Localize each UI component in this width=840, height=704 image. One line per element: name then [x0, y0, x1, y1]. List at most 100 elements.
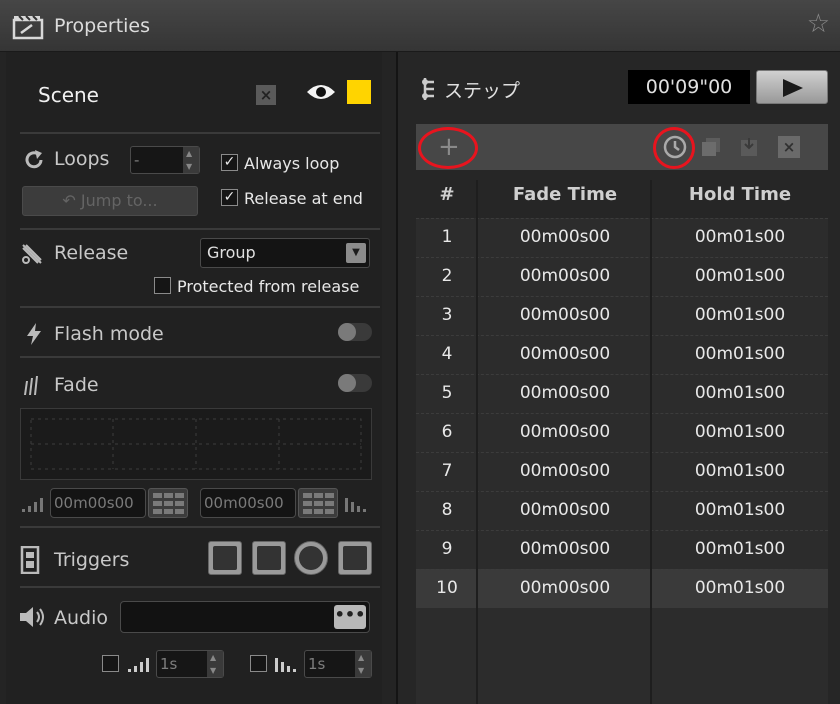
column-header-hold-time[interactable]: Hold Time [652, 184, 828, 205]
cell-num: 2 [441, 266, 453, 286]
release-at-end-label: Release at end [244, 189, 363, 208]
release-at-end-checkbox[interactable]: ✓ [221, 189, 238, 206]
audio-fade-out-stepper[interactable] [355, 651, 371, 677]
cell-hold: 00m01s00 [694, 578, 786, 598]
fade-out-time-stepper[interactable] [298, 488, 338, 518]
cell-fade: 00m00s00 [519, 461, 611, 481]
divider [20, 586, 380, 588]
play-button[interactable] [756, 70, 828, 104]
lightning-icon [27, 323, 41, 345]
column-header-number: # [439, 184, 455, 205]
divider [20, 356, 380, 358]
fade-curve-preview [20, 408, 372, 480]
fade-out-icon [345, 498, 366, 512]
cell-hold: 00m01s00 [694, 461, 786, 481]
trigger-icon [20, 546, 40, 574]
cell-hold: 00m01s00 [694, 500, 786, 520]
cell-num: 4 [441, 344, 453, 364]
release-label: Release [54, 242, 129, 264]
cell-hold: 00m01s00 [694, 383, 786, 403]
fade-toggle[interactable] [338, 374, 372, 392]
jump-to-label: Jump to... [80, 191, 158, 210]
fade-in-time-value: 00m00s00 [54, 494, 134, 512]
midi-trigger-button[interactable] [208, 541, 242, 575]
fade-in-time-stepper[interactable] [148, 488, 188, 518]
triggers-label: Triggers [54, 549, 130, 571]
close-icon[interactable]: × [256, 85, 276, 105]
copy-icon[interactable] [700, 136, 722, 158]
chevron-down-icon: ▼ [346, 243, 366, 263]
steps-panel: ステップ 00'09"00 + × # Fade Time Hold Time … [398, 52, 840, 704]
cell-hold: 00m01s00 [694, 227, 786, 247]
fade-grid [30, 418, 362, 470]
column-header-fade-time[interactable]: Fade Time [478, 184, 652, 205]
total-time-display: 00'09"00 [628, 70, 750, 104]
fade-in-icon [22, 498, 43, 512]
fade-in-time-field[interactable]: 00m00s00 [50, 488, 146, 518]
cell-fade: 00m00s00 [519, 500, 611, 520]
keyboard-trigger-button[interactable] [252, 541, 286, 575]
cell-num: 8 [441, 500, 453, 520]
highlight-circle [418, 127, 478, 169]
always-loop-checkbox[interactable]: ✓ [221, 154, 238, 171]
highlight-circle [653, 127, 695, 169]
eye-icon[interactable] [306, 82, 336, 102]
cell-num: 5 [441, 383, 453, 403]
flash-mode-label: Flash mode [54, 323, 164, 345]
fade-out-time-field[interactable]: 00m00s00 [200, 488, 296, 518]
fade-out-time-value: 00m00s00 [204, 494, 284, 512]
audio-fade-in-checkbox[interactable] [102, 655, 119, 672]
cell-fade: 00m00s00 [519, 539, 611, 559]
cell-num: 1 [441, 227, 453, 247]
audio-fade-in-input[interactable]: 1s [156, 650, 224, 678]
fade-out-icon [275, 658, 296, 672]
steps-label: ステップ [444, 80, 521, 102]
dmx-trigger-button[interactable] [294, 541, 328, 575]
delete-step-icon[interactable]: × [778, 136, 800, 158]
cell-hold: 00m01s00 [694, 344, 786, 364]
loops-input[interactable]: - [130, 146, 200, 174]
cell-num: 6 [441, 422, 453, 442]
fade-label: Fade [54, 374, 99, 396]
cell-fade: 00m00s00 [519, 383, 611, 403]
protected-checkbox[interactable] [154, 277, 171, 294]
column-divider [476, 180, 478, 704]
release-icon [22, 244, 42, 264]
divider [20, 526, 380, 528]
window-title: Properties [54, 15, 151, 37]
flash-mode-toggle[interactable] [338, 323, 372, 341]
protected-label: Protected from release [177, 277, 360, 296]
cell-hold: 00m01s00 [694, 266, 786, 286]
steps-icon [422, 78, 434, 100]
scene-color-swatch[interactable] [347, 80, 371, 104]
fade-icon [24, 376, 38, 395]
cell-hold: 00m01s00 [694, 422, 786, 442]
cell-fade: 00m00s00 [519, 422, 611, 442]
divider [20, 306, 380, 308]
speaker-icon [20, 607, 44, 627]
cell-num: 7 [441, 461, 453, 481]
loops-stepper[interactable] [183, 147, 199, 173]
audio-file-field[interactable]: ••• [120, 601, 370, 633]
keypad-trigger-button[interactable] [338, 541, 372, 575]
cell-fade: 00m00s00 [519, 305, 611, 325]
jump-to-button[interactable]: ↶ Jump to... [22, 186, 198, 216]
paste-icon[interactable] [738, 136, 760, 158]
audio-fade-in-stepper[interactable] [207, 651, 223, 677]
audio-fade-in-value: 1s [160, 655, 178, 673]
cell-fade: 00m00s00 [519, 578, 611, 598]
undo-arrow-icon: ↶ [62, 191, 76, 210]
audio-fade-out-checkbox[interactable] [250, 655, 267, 672]
keyboard-icon [257, 546, 281, 570]
cell-num: 10 [436, 578, 458, 598]
keypad-icon [343, 546, 367, 570]
refresh-icon [25, 150, 43, 169]
always-loop-label: Always loop [244, 154, 340, 173]
star-icon[interactable]: ☆ [807, 11, 830, 37]
browse-button[interactable]: ••• [334, 605, 366, 629]
fade-in-icon [128, 658, 149, 672]
audio-fade-out-input[interactable]: 1s [304, 650, 372, 678]
divider [20, 228, 380, 230]
release-mode-select[interactable]: Group ▼ [200, 238, 370, 268]
loops-value: - [134, 151, 140, 169]
